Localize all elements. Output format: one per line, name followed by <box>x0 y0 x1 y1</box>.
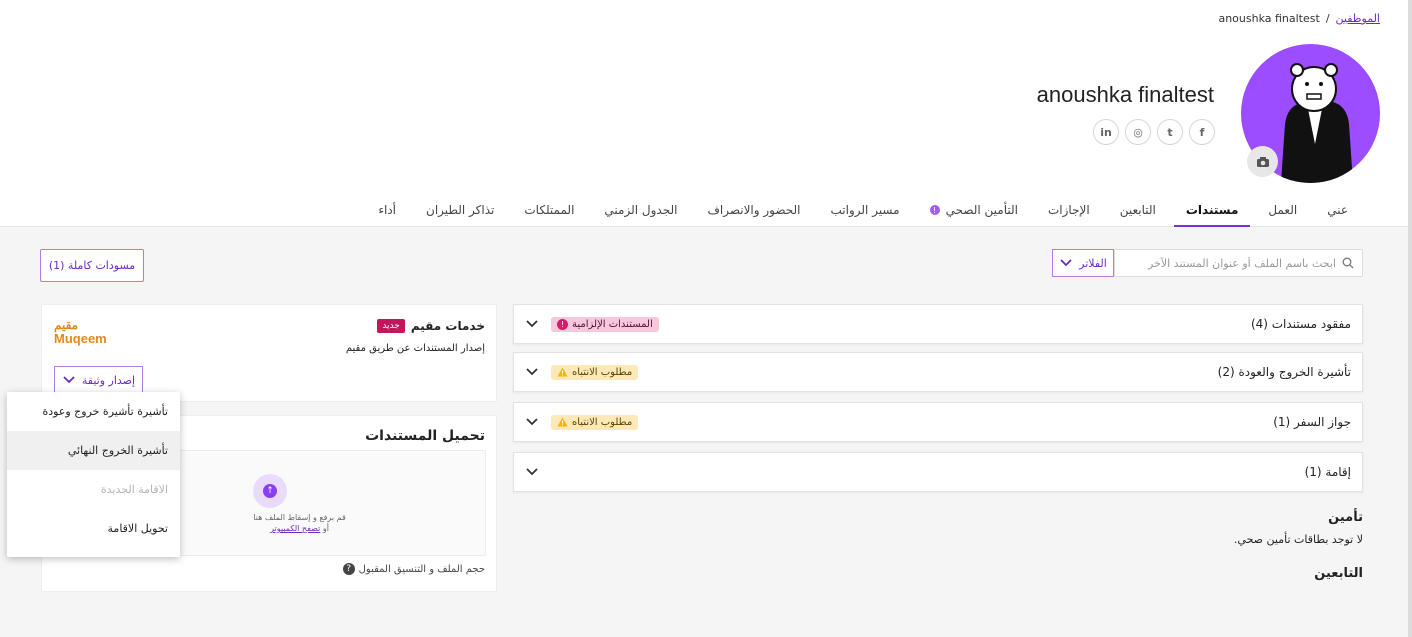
tab-dependents[interactable]: التابعين <box>1116 197 1160 227</box>
warning-icon <box>557 417 568 427</box>
insurance-heading: تأمين <box>1328 510 1363 525</box>
tab-timesheet[interactable]: الجدول الزمني <box>600 197 681 227</box>
tab-label: العمل <box>1268 203 1298 217</box>
attention-required-badge: مطلوب الانتباه <box>551 364 639 380</box>
profile-tabs: عني العمل مستندات التابعين الإجازات التأ… <box>374 197 1352 227</box>
chevron-down-icon <box>1060 259 1072 267</box>
tab-label: الممتلكات <box>524 203 575 217</box>
issue-document-button[interactable]: إصدار وثيقة <box>54 366 143 394</box>
profile-header: الموظفين / anoushka finaltest anoushka f… <box>0 0 1412 227</box>
tab-leaves[interactable]: الإجازات <box>1044 197 1094 227</box>
badge-label: مطلوب الانتباه <box>572 416 633 428</box>
change-photo-button[interactable] <box>1247 146 1278 177</box>
accordion-passport[interactable]: جواز السفر (1) مطلوب الانتباه <box>513 402 1363 442</box>
linkedin-icon[interactable]: in <box>1093 119 1119 145</box>
new-badge: جديد <box>377 319 405 333</box>
chevron-down-icon[interactable] <box>525 317 539 331</box>
help-icon[interactable]: ? <box>342 563 355 575</box>
issue-document-label: إصدار وثيقة <box>81 373 136 387</box>
tab-attendance[interactable]: الحضور والانصراف <box>703 197 804 227</box>
filters-label: الفلاتر <box>1079 256 1107 270</box>
accordion-iqama[interactable]: إقامة (1) <box>513 452 1363 492</box>
tab-performance[interactable]: أداء <box>374 197 400 227</box>
employee-name: anoushka finaltest <box>1036 82 1214 107</box>
breadcrumb-separator: / <box>1325 12 1330 25</box>
warning-icon <box>557 367 568 377</box>
muqeem-logo-english: Muqeem <box>54 331 107 347</box>
menu-item-transfer-iqama[interactable]: تحويل الاقامة <box>7 509 180 548</box>
complete-drafts-button[interactable]: مسودات كاملة (1) <box>40 249 144 282</box>
twitter-icon[interactable]: t <box>1157 119 1183 145</box>
chevron-down-icon <box>63 376 75 384</box>
muqeem-subtitle: إصدار المستندات عن طريق مقيم <box>345 343 485 354</box>
breadcrumb: الموظفين / anoushka finaltest <box>1218 12 1380 25</box>
accordion-missing-documents[interactable]: مفقود مستندات (4) ! المستندات الإلزامية <box>513 304 1363 344</box>
tab-about[interactable]: عني <box>1323 197 1352 227</box>
tab-label: مستندات <box>1185 203 1239 217</box>
tab-label: مسير الرواتب <box>830 203 900 217</box>
upload-title: تحميل المستندات <box>365 428 485 444</box>
scrollbar[interactable] <box>1408 0 1412 637</box>
accordion-title: مفقود مستندات (4) <box>1250 317 1351 331</box>
tab-label: أداء <box>378 203 397 217</box>
alert-icon: ! <box>557 318 568 330</box>
camera-icon <box>1256 156 1269 167</box>
menu-item-final-exit-visa[interactable]: تأشيرة الخروج النهائي <box>7 431 180 470</box>
browse-computer-link[interactable]: تصفح الكمبيوتر <box>270 524 320 533</box>
tab-health-insurance[interactable]: التأمين الصحي! <box>926 197 1022 227</box>
upload-icon: ↑ <box>253 474 287 508</box>
file-size-note: حجم الملف و التنسيق المقبول ? <box>342 563 485 575</box>
mandatory-documents-badge: ! المستندات الإلزامية <box>551 316 659 332</box>
tab-label: التأمين الصحي <box>945 203 1018 217</box>
tab-assets[interactable]: الممتلكات <box>520 197 578 227</box>
issue-document-menu: تأشيرة تأشيرة خروج وعودة تأشيرة الخروج ا… <box>7 392 180 557</box>
instagram-icon[interactable]: ◎ <box>1125 119 1151 145</box>
accordion-title: جواز السفر (1) <box>1273 415 1351 429</box>
muqeem-title-text: خدمات مقيم <box>410 319 485 333</box>
file-size-note-text: حجم الملف و التنسيق المقبول <box>358 563 485 575</box>
dependents-heading: التابعين <box>1314 566 1363 581</box>
tab-documents[interactable]: مستندات <box>1173 197 1250 227</box>
chevron-down-icon[interactable] <box>525 465 539 479</box>
tab-work[interactable]: العمل <box>1264 197 1301 227</box>
accordion-title: إقامة (1) <box>1304 465 1351 479</box>
alert-badge-icon: ! <box>929 205 940 215</box>
social-links: f t ◎ in <box>1093 119 1215 145</box>
badge-label: المستندات الإلزامية <box>572 318 653 330</box>
tab-flight-tickets[interactable]: تذاكر الطيران <box>422 197 498 227</box>
menu-item-exit-reentry-visa[interactable]: تأشيرة تأشيرة خروج وعودة <box>7 392 180 431</box>
search-input[interactable] <box>1136 256 1336 270</box>
muqeem-logo: مقيم Muqeem <box>54 318 107 347</box>
badge-label: مطلوب الانتباه <box>572 366 633 378</box>
filters-button[interactable]: الفلاتر <box>1052 249 1114 277</box>
tab-label: الإجازات <box>1048 203 1090 217</box>
tab-label: عني <box>1327 203 1348 217</box>
document-search <box>1114 249 1363 277</box>
breadcrumb-current: anoushka finaltest <box>1218 12 1320 25</box>
chevron-down-icon[interactable] <box>525 365 539 379</box>
chevron-down-icon[interactable] <box>525 415 539 429</box>
tab-label: التابعين <box>1119 203 1156 217</box>
search-icon <box>1342 257 1354 269</box>
menu-item-new-iqama: الاقامة الجديدة <box>100 483 168 496</box>
tab-payroll[interactable]: مسير الرواتب <box>827 197 904 227</box>
tab-label: الحضور والانصراف <box>707 203 801 217</box>
breadcrumb-employees-link[interactable]: الموظفين <box>1336 12 1380 25</box>
insurance-empty-text: لا توجد بطاقات تأمين صحي. <box>1233 533 1363 546</box>
tab-label: تذاكر الطيران <box>426 203 495 217</box>
tab-label: الجدول الزمني <box>604 203 678 217</box>
or-text: أو <box>322 524 329 533</box>
muqeem-services-card: خدمات مقيم جديد إصدار المستندات عن طريق … <box>41 304 497 402</box>
accordion-title: تأشيرة الخروج والعودة (2) <box>1217 365 1351 379</box>
facebook-icon[interactable]: f <box>1189 119 1215 145</box>
muqeem-title: خدمات مقيم جديد <box>377 319 485 333</box>
accordion-exit-reentry-visa[interactable]: تأشيرة الخروج والعودة (2) مطلوب الانتباه <box>513 352 1363 392</box>
attention-required-badge: مطلوب الانتباه <box>551 414 639 430</box>
